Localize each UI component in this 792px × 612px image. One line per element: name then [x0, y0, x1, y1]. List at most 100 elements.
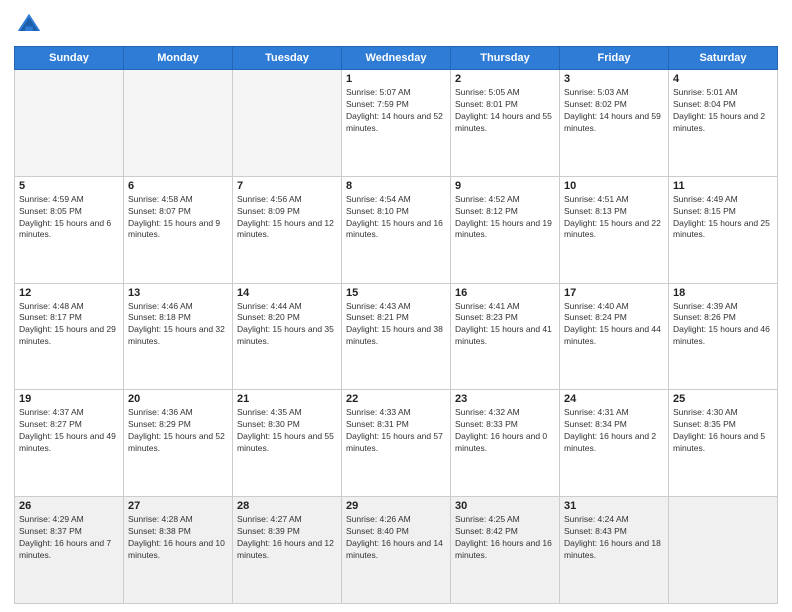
table-row: 26 Sunrise: 4:29 AM Sunset: 8:37 PM Dayli…	[15, 497, 124, 604]
table-row: 18 Sunrise: 4:39 AM Sunset: 8:26 PM Dayli…	[669, 283, 778, 390]
table-row: 19Sunrise: 4:37 AM Sunset: 8:27 PM Dayli…	[15, 390, 124, 497]
table-row: 28 Sunrise: 4:27 AM Sunset: 8:39 PM Dayli…	[233, 497, 342, 604]
day-info: Sunrise: 4:26 AM Sunset: 8:40 PM Dayligh…	[346, 514, 446, 562]
day-info: Sunrise: 4:30 AM Sunset: 8:35 PM Dayligh…	[673, 407, 773, 455]
calendar-week-row: 19Sunrise: 4:37 AM Sunset: 8:27 PM Dayli…	[15, 390, 778, 497]
day-number: 20	[128, 393, 228, 405]
table-row: 21 Sunrise: 4:35 AM Sunset: 8:30 PM Dayli…	[233, 390, 342, 497]
day-number: 12	[19, 287, 119, 299]
table-row: 4Sunrise: 5:01 AM Sunset: 8:04 PM Daylig…	[669, 70, 778, 177]
col-saturday: Saturday	[669, 47, 778, 70]
calendar-week-row: 12 Sunrise: 4:48 AM Sunset: 8:17 PM Dayli…	[15, 283, 778, 390]
day-info: Sunrise: 4:31 AM Sunset: 8:34 PM Dayligh…	[564, 407, 664, 455]
day-info: Sunrise: 4:48 AM Sunset: 8:17 PM Dayligh…	[19, 301, 119, 349]
page: Sunday Monday Tuesday Wednesday Thursday…	[0, 0, 792, 612]
day-info: Sunrise: 4:33 AM Sunset: 8:31 PM Dayligh…	[346, 407, 446, 455]
day-info: Sunrise: 4:32 AM Sunset: 8:33 PM Dayligh…	[455, 407, 555, 455]
day-number: 29	[346, 500, 446, 512]
day-info: Sunrise: 4:41 AM Sunset: 8:23 PM Dayligh…	[455, 301, 555, 349]
day-number: 16	[455, 287, 555, 299]
day-number: 26	[19, 500, 119, 512]
table-row: 9Sunrise: 4:52 AM Sunset: 8:12 PM Daylig…	[451, 176, 560, 283]
day-number: 22	[346, 393, 446, 405]
day-info: Sunrise: 4:46 AM Sunset: 8:18 PM Dayligh…	[128, 301, 228, 349]
day-info: Sunrise: 4:24 AM Sunset: 8:43 PM Dayligh…	[564, 514, 664, 562]
day-number: 18	[673, 287, 773, 299]
day-number: 31	[564, 500, 664, 512]
calendar-week-row: 5 Sunrise: 4:59 AM Sunset: 8:05 PM Daylig…	[15, 176, 778, 283]
day-info: Sunrise: 4:59 AM Sunset: 8:05 PM Dayligh…	[19, 194, 119, 242]
day-info: Sunrise: 4:44 AM Sunset: 8:20 PM Dayligh…	[237, 301, 337, 349]
table-row: 7 Sunrise: 4:56 AM Sunset: 8:09 PM Daylig…	[233, 176, 342, 283]
day-number: 2	[455, 73, 555, 85]
day-number: 15	[346, 287, 446, 299]
day-number: 24	[564, 393, 664, 405]
table-row: 22 Sunrise: 4:33 AM Sunset: 8:31 PM Dayli…	[342, 390, 451, 497]
day-number: 23	[455, 393, 555, 405]
day-number: 5	[19, 180, 119, 192]
col-friday: Friday	[560, 47, 669, 70]
day-info: Sunrise: 5:05 AM Sunset: 8:01 PM Dayligh…	[455, 87, 555, 135]
day-info: Sunrise: 4:43 AM Sunset: 8:21 PM Dayligh…	[346, 301, 446, 349]
col-monday: Monday	[124, 47, 233, 70]
table-row: 29 Sunrise: 4:26 AM Sunset: 8:40 PM Dayli…	[342, 497, 451, 604]
logo	[14, 10, 48, 40]
table-row: 27Sunrise: 4:28 AM Sunset: 8:38 PM Dayli…	[124, 497, 233, 604]
table-row: 23 Sunrise: 4:32 AM Sunset: 8:33 PM Dayli…	[451, 390, 560, 497]
table-row: 30 Sunrise: 4:25 AM Sunset: 8:42 PM Dayli…	[451, 497, 560, 604]
day-number: 14	[237, 287, 337, 299]
day-info: Sunrise: 4:28 AM Sunset: 8:38 PM Dayligh…	[128, 514, 228, 562]
day-info: Sunrise: 4:36 AM Sunset: 8:29 PM Dayligh…	[128, 407, 228, 455]
day-info: Sunrise: 5:01 AM Sunset: 8:04 PM Dayligh…	[673, 87, 773, 135]
table-row: 11 Sunrise: 4:49 AM Sunset: 8:15 PM Dayli…	[669, 176, 778, 283]
day-info: Sunrise: 4:56 AM Sunset: 8:09 PM Dayligh…	[237, 194, 337, 242]
table-row: 6 Sunrise: 4:58 AM Sunset: 8:07 PM Daylig…	[124, 176, 233, 283]
table-row: 3Sunrise: 5:03 AM Sunset: 8:02 PM Daylig…	[560, 70, 669, 177]
day-number: 21	[237, 393, 337, 405]
table-row: 8Sunrise: 4:54 AM Sunset: 8:10 PM Daylig…	[342, 176, 451, 283]
day-info: Sunrise: 4:39 AM Sunset: 8:26 PM Dayligh…	[673, 301, 773, 349]
day-info: Sunrise: 4:37 AM Sunset: 8:27 PM Dayligh…	[19, 407, 119, 455]
col-thursday: Thursday	[451, 47, 560, 70]
day-number: 1	[346, 73, 446, 85]
table-row: 1 Sunrise: 5:07 AM Sunset: 7:59 PM Daylig…	[342, 70, 451, 177]
day-info: Sunrise: 4:27 AM Sunset: 8:39 PM Dayligh…	[237, 514, 337, 562]
table-row: 5 Sunrise: 4:59 AM Sunset: 8:05 PM Daylig…	[15, 176, 124, 283]
calendar-week-row: 1 Sunrise: 5:07 AM Sunset: 7:59 PM Daylig…	[15, 70, 778, 177]
day-number: 9	[455, 180, 555, 192]
table-row: 17Sunrise: 4:40 AM Sunset: 8:24 PM Dayli…	[560, 283, 669, 390]
calendar-week-row: 26 Sunrise: 4:29 AM Sunset: 8:37 PM Dayli…	[15, 497, 778, 604]
calendar-table: Sunday Monday Tuesday Wednesday Thursday…	[14, 46, 778, 604]
day-info: Sunrise: 4:35 AM Sunset: 8:30 PM Dayligh…	[237, 407, 337, 455]
day-info: Sunrise: 4:49 AM Sunset: 8:15 PM Dayligh…	[673, 194, 773, 242]
table-row: 12 Sunrise: 4:48 AM Sunset: 8:17 PM Dayli…	[15, 283, 124, 390]
day-number: 30	[455, 500, 555, 512]
day-number: 7	[237, 180, 337, 192]
table-row	[124, 70, 233, 177]
table-row	[669, 497, 778, 604]
table-row: 25 Sunrise: 4:30 AM Sunset: 8:35 PM Dayli…	[669, 390, 778, 497]
day-number: 6	[128, 180, 228, 192]
table-row: 16 Sunrise: 4:41 AM Sunset: 8:23 PM Dayli…	[451, 283, 560, 390]
col-tuesday: Tuesday	[233, 47, 342, 70]
col-sunday: Sunday	[15, 47, 124, 70]
table-row: 14 Sunrise: 4:44 AM Sunset: 8:20 PM Dayli…	[233, 283, 342, 390]
day-info: Sunrise: 4:25 AM Sunset: 8:42 PM Dayligh…	[455, 514, 555, 562]
table-row: 24 Sunrise: 4:31 AM Sunset: 8:34 PM Dayli…	[560, 390, 669, 497]
table-row: 2 Sunrise: 5:05 AM Sunset: 8:01 PM Daylig…	[451, 70, 560, 177]
col-wednesday: Wednesday	[342, 47, 451, 70]
day-info: Sunrise: 5:07 AM Sunset: 7:59 PM Dayligh…	[346, 87, 446, 135]
calendar-header-row: Sunday Monday Tuesday Wednesday Thursday…	[15, 47, 778, 70]
day-info: Sunrise: 4:29 AM Sunset: 8:37 PM Dayligh…	[19, 514, 119, 562]
day-number: 28	[237, 500, 337, 512]
day-number: 11	[673, 180, 773, 192]
day-info: Sunrise: 4:51 AM Sunset: 8:13 PM Dayligh…	[564, 194, 664, 242]
table-row: 20 Sunrise: 4:36 AM Sunset: 8:29 PM Dayli…	[124, 390, 233, 497]
day-info: Sunrise: 4:58 AM Sunset: 8:07 PM Dayligh…	[128, 194, 228, 242]
logo-icon	[14, 10, 44, 40]
day-number: 17	[564, 287, 664, 299]
header	[14, 10, 778, 40]
day-number: 3	[564, 73, 664, 85]
day-number: 25	[673, 393, 773, 405]
day-info: Sunrise: 4:54 AM Sunset: 8:10 PM Dayligh…	[346, 194, 446, 242]
